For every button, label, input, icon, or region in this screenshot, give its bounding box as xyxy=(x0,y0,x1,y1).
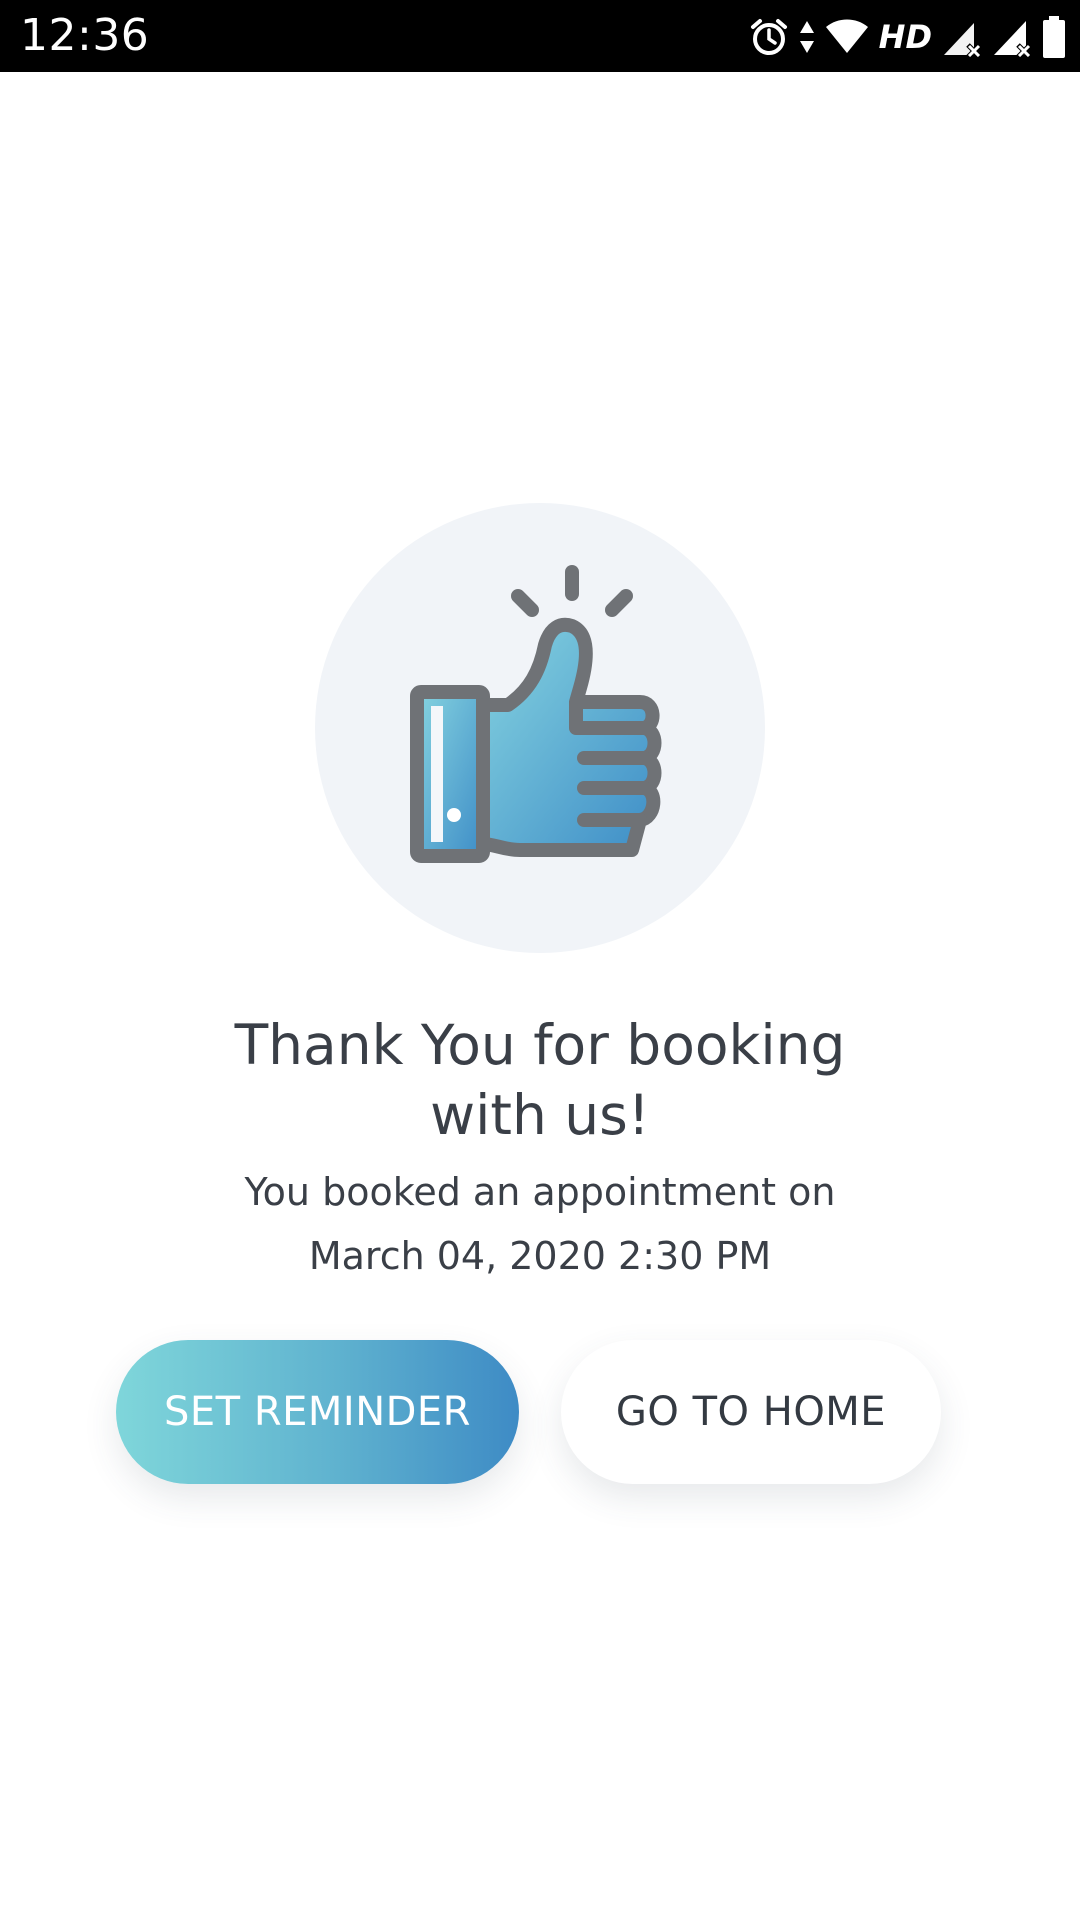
status-icons: HD xyxy=(749,12,1066,62)
status-bar: 12:36 HD xyxy=(0,0,1080,72)
set-reminder-button[interactable]: SET REMINDER xyxy=(116,1340,519,1484)
data-arrows-icon xyxy=(799,19,815,55)
battery-icon xyxy=(1042,16,1066,58)
title-line-1: Thank You for booking xyxy=(234,1013,846,1077)
go-to-home-button[interactable]: GO TO HOME xyxy=(561,1340,941,1484)
signal-icon xyxy=(992,17,1032,57)
details-line-1: You booked an appointment on xyxy=(244,1170,836,1214)
wifi-icon xyxy=(825,19,869,55)
confirmation-title: Thank You for booking with us! xyxy=(0,1010,1080,1150)
title-line-2: with us! xyxy=(430,1083,650,1147)
network-hd-label: HD xyxy=(878,18,932,56)
alarm-icon xyxy=(749,17,789,57)
status-time: 12:36 xyxy=(20,10,150,61)
appointment-details: You booked an appointment on March 04, 2… xyxy=(0,1160,1080,1288)
thumbs-up-icon xyxy=(400,560,680,870)
appointment-datetime: March 04, 2020 2:30 PM xyxy=(308,1234,772,1278)
signal-icon xyxy=(942,17,982,57)
